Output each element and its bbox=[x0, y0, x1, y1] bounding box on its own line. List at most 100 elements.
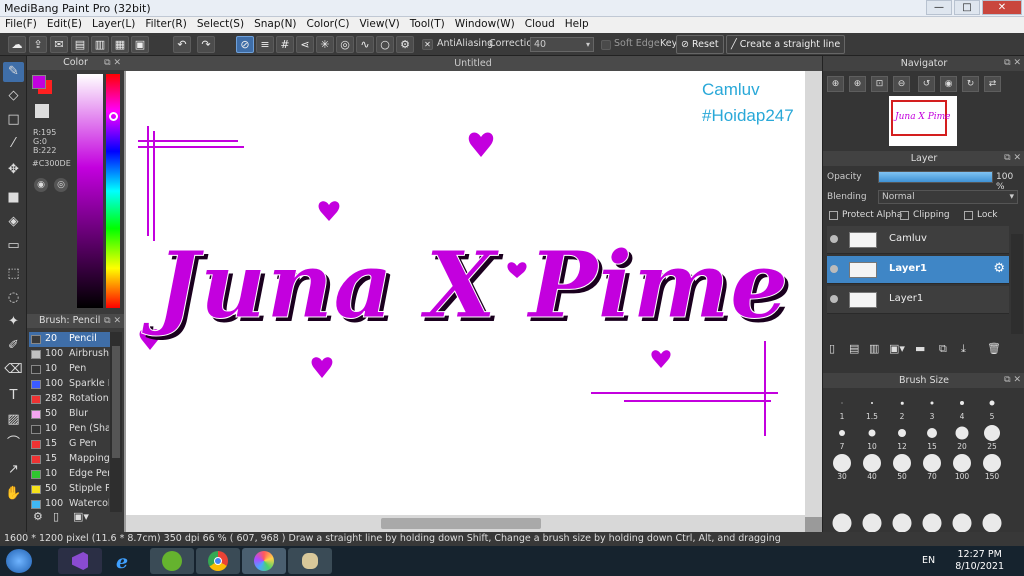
select-tool-icon[interactable]: ⬚ bbox=[3, 264, 24, 284]
soft-edge-checkbox[interactable] bbox=[601, 40, 611, 50]
duplicate-layer-icon[interactable]: ⧉ bbox=[939, 342, 947, 356]
brush-size-option[interactable]: 40 bbox=[857, 453, 887, 481]
crosshatch-snap-icon[interactable]: # bbox=[276, 36, 294, 53]
eraser-tool-icon[interactable]: ◇ bbox=[3, 86, 24, 106]
minimize-button[interactable]: — bbox=[926, 0, 952, 15]
visual-studio-icon[interactable] bbox=[58, 548, 102, 574]
brush-item[interactable]: 100 Airbrush bbox=[29, 347, 110, 362]
brush-size-option[interactable]: 3 bbox=[917, 393, 947, 421]
coc-coc-browser-icon[interactable] bbox=[150, 548, 194, 574]
upload-icon[interactable]: ⇪ bbox=[29, 36, 47, 53]
chrome-icon[interactable] bbox=[196, 548, 240, 574]
select-pen-tool-icon[interactable]: ✐ bbox=[3, 336, 24, 356]
new-halftone-layer-icon[interactable]: ▤ bbox=[849, 342, 859, 355]
lasso-tool-icon[interactable]: ◌ bbox=[3, 288, 24, 308]
medibang-paint-icon[interactable] bbox=[242, 548, 286, 574]
system-clock[interactable]: 12:27 PM 8/10/2021 bbox=[955, 549, 1004, 573]
circle-snap-icon[interactable]: ○ bbox=[376, 36, 394, 53]
brush-size-option[interactable]: 30 bbox=[827, 453, 857, 481]
menu-view[interactable]: View(V) bbox=[354, 17, 404, 33]
brush-item[interactable]: 100 Sparkle B bbox=[29, 377, 110, 392]
brush-size-option[interactable]: 100 bbox=[947, 453, 977, 481]
brush-size-option[interactable]: 1 bbox=[827, 393, 857, 421]
drawing-canvas[interactable]: Juna X Pime Juna X Pime Camluv #Hoidap24… bbox=[126, 71, 805, 515]
lock-checkbox[interactable] bbox=[964, 211, 973, 220]
select-eraser-tool-icon[interactable]: ⌫ bbox=[3, 360, 24, 380]
blending-select[interactable]: Normal ▾ bbox=[878, 190, 1018, 204]
menu-tool[interactable]: Tool(T) bbox=[405, 17, 450, 33]
brush-size-option[interactable]: 25 bbox=[977, 423, 1007, 451]
rotate-left-icon[interactable]: ↺ bbox=[918, 76, 935, 92]
document-tab[interactable]: Untitled bbox=[124, 56, 822, 71]
language-indicator[interactable]: EN bbox=[922, 555, 935, 566]
brush-item[interactable]: 10 Pen (Sha bbox=[29, 422, 110, 437]
layer-settings-icon[interactable]: ⚙ bbox=[993, 261, 1005, 276]
canvas-vertical-scrollbar[interactable] bbox=[805, 71, 822, 517]
delete-layer-icon[interactable]: 🗑 bbox=[987, 342, 1001, 355]
layer-row[interactable]: Layer1 bbox=[827, 286, 1009, 314]
comment-icon[interactable]: ✉ bbox=[50, 36, 68, 53]
eyedropper-tool-icon[interactable]: ⌒ bbox=[3, 434, 24, 454]
redo-icon[interactable]: ↷ bbox=[197, 36, 215, 53]
bucket-tool-icon[interactable]: ◈ bbox=[3, 212, 24, 232]
close-button[interactable]: ✕ bbox=[982, 0, 1022, 15]
layer-row[interactable]: Camluv bbox=[827, 226, 1009, 254]
panel-close-icon[interactable]: ⧉ ✕ bbox=[104, 56, 121, 70]
brush-list-scrollbar[interactable] bbox=[110, 332, 122, 512]
layer-row[interactable]: Layer1 ⚙ bbox=[827, 256, 1009, 284]
brush-size-option[interactable]: 50 bbox=[887, 453, 917, 481]
brush-size-option[interactable]: 2 bbox=[887, 393, 917, 421]
visibility-icon[interactable] bbox=[830, 265, 838, 273]
brush-size-option[interactable]: 12 bbox=[887, 423, 917, 451]
fit-icon[interactable]: ⊡ bbox=[871, 76, 888, 92]
brush-tool-icon[interactable]: ✎ bbox=[3, 62, 24, 82]
menu-layer[interactable]: Layer(L) bbox=[87, 17, 140, 33]
protect-alpha-checkbox[interactable] bbox=[829, 211, 838, 220]
operation-tool-icon[interactable]: ↗ bbox=[3, 460, 24, 480]
zoom-in-icon[interactable]: ⊕ bbox=[827, 76, 844, 92]
merge-layer-icon[interactable]: ⤓ bbox=[961, 342, 966, 356]
start-button-icon[interactable] bbox=[6, 549, 32, 573]
menu-cloud[interactable]: Cloud bbox=[520, 17, 560, 33]
layer-list-scrollbar[interactable] bbox=[1011, 234, 1023, 334]
export-icon[interactable]: ▣ bbox=[131, 36, 149, 53]
curve-snap-icon[interactable]: ∿ bbox=[356, 36, 374, 53]
fill-rect-tool-icon[interactable]: ■ bbox=[3, 188, 24, 208]
menu-window[interactable]: Window(W) bbox=[450, 17, 520, 33]
save-icon[interactable]: ▤ bbox=[71, 36, 89, 53]
text-tool-icon[interactable]: T bbox=[3, 386, 24, 406]
document-icon[interactable]: ▥ bbox=[91, 36, 109, 53]
zoom-out-icon[interactable]: ⊖ bbox=[893, 76, 910, 92]
menu-snap[interactable]: Snap(N) bbox=[249, 17, 301, 33]
brush-menu-icon[interactable]: ▣▾ bbox=[73, 510, 93, 524]
brush-settings-icon[interactable]: ⚙ bbox=[33, 510, 47, 524]
brush-size-option[interactable]: 70 bbox=[917, 453, 947, 481]
hue-slider[interactable] bbox=[106, 74, 120, 308]
brush-size-option[interactable]: 1.5 bbox=[857, 393, 887, 421]
palette-add-icon[interactable]: ◎ bbox=[54, 178, 68, 192]
menu-help[interactable]: Help bbox=[560, 17, 594, 33]
new-layer-icon[interactable]: ▯ bbox=[829, 342, 835, 355]
brush-size-option[interactable]: 10 bbox=[857, 423, 887, 451]
paint-icon[interactable] bbox=[288, 548, 332, 574]
maximize-button[interactable]: □ bbox=[954, 0, 980, 15]
brush-size-option[interactable]: 150 bbox=[977, 453, 1007, 481]
panel-close-icon[interactable]: ⧉ ✕ bbox=[1004, 151, 1021, 166]
radial-snap-icon[interactable]: ✳ bbox=[316, 36, 334, 53]
brush-size-option[interactable]: 20 bbox=[947, 423, 977, 451]
canvas-horizontal-scrollbar[interactable] bbox=[126, 515, 805, 532]
parallel-snap-icon[interactable]: ≡ bbox=[256, 36, 274, 53]
menu-color[interactable]: Color(C) bbox=[302, 17, 355, 33]
brush-size-option[interactable]: 4 bbox=[947, 393, 977, 421]
menu-file[interactable]: File(F) bbox=[0, 17, 42, 33]
snap-off-icon[interactable]: ⊘ bbox=[236, 36, 254, 53]
antialiasing-checkbox[interactable]: ✕ bbox=[422, 39, 433, 50]
dot-tool-icon[interactable]: ⁄ bbox=[3, 134, 24, 154]
menu-select[interactable]: Select(S) bbox=[192, 17, 249, 33]
brush-item[interactable]: 15 G Pen bbox=[29, 437, 110, 452]
brush-item[interactable]: 10 Edge Pen bbox=[29, 467, 110, 482]
horizontal-scroll-thumb[interactable] bbox=[381, 518, 541, 529]
menu-edit[interactable]: Edit(E) bbox=[42, 17, 87, 33]
brush-size-option[interactable]: 5 bbox=[977, 393, 1007, 421]
straight-line-button[interactable]: ╱ Create a straight line bbox=[726, 35, 846, 54]
